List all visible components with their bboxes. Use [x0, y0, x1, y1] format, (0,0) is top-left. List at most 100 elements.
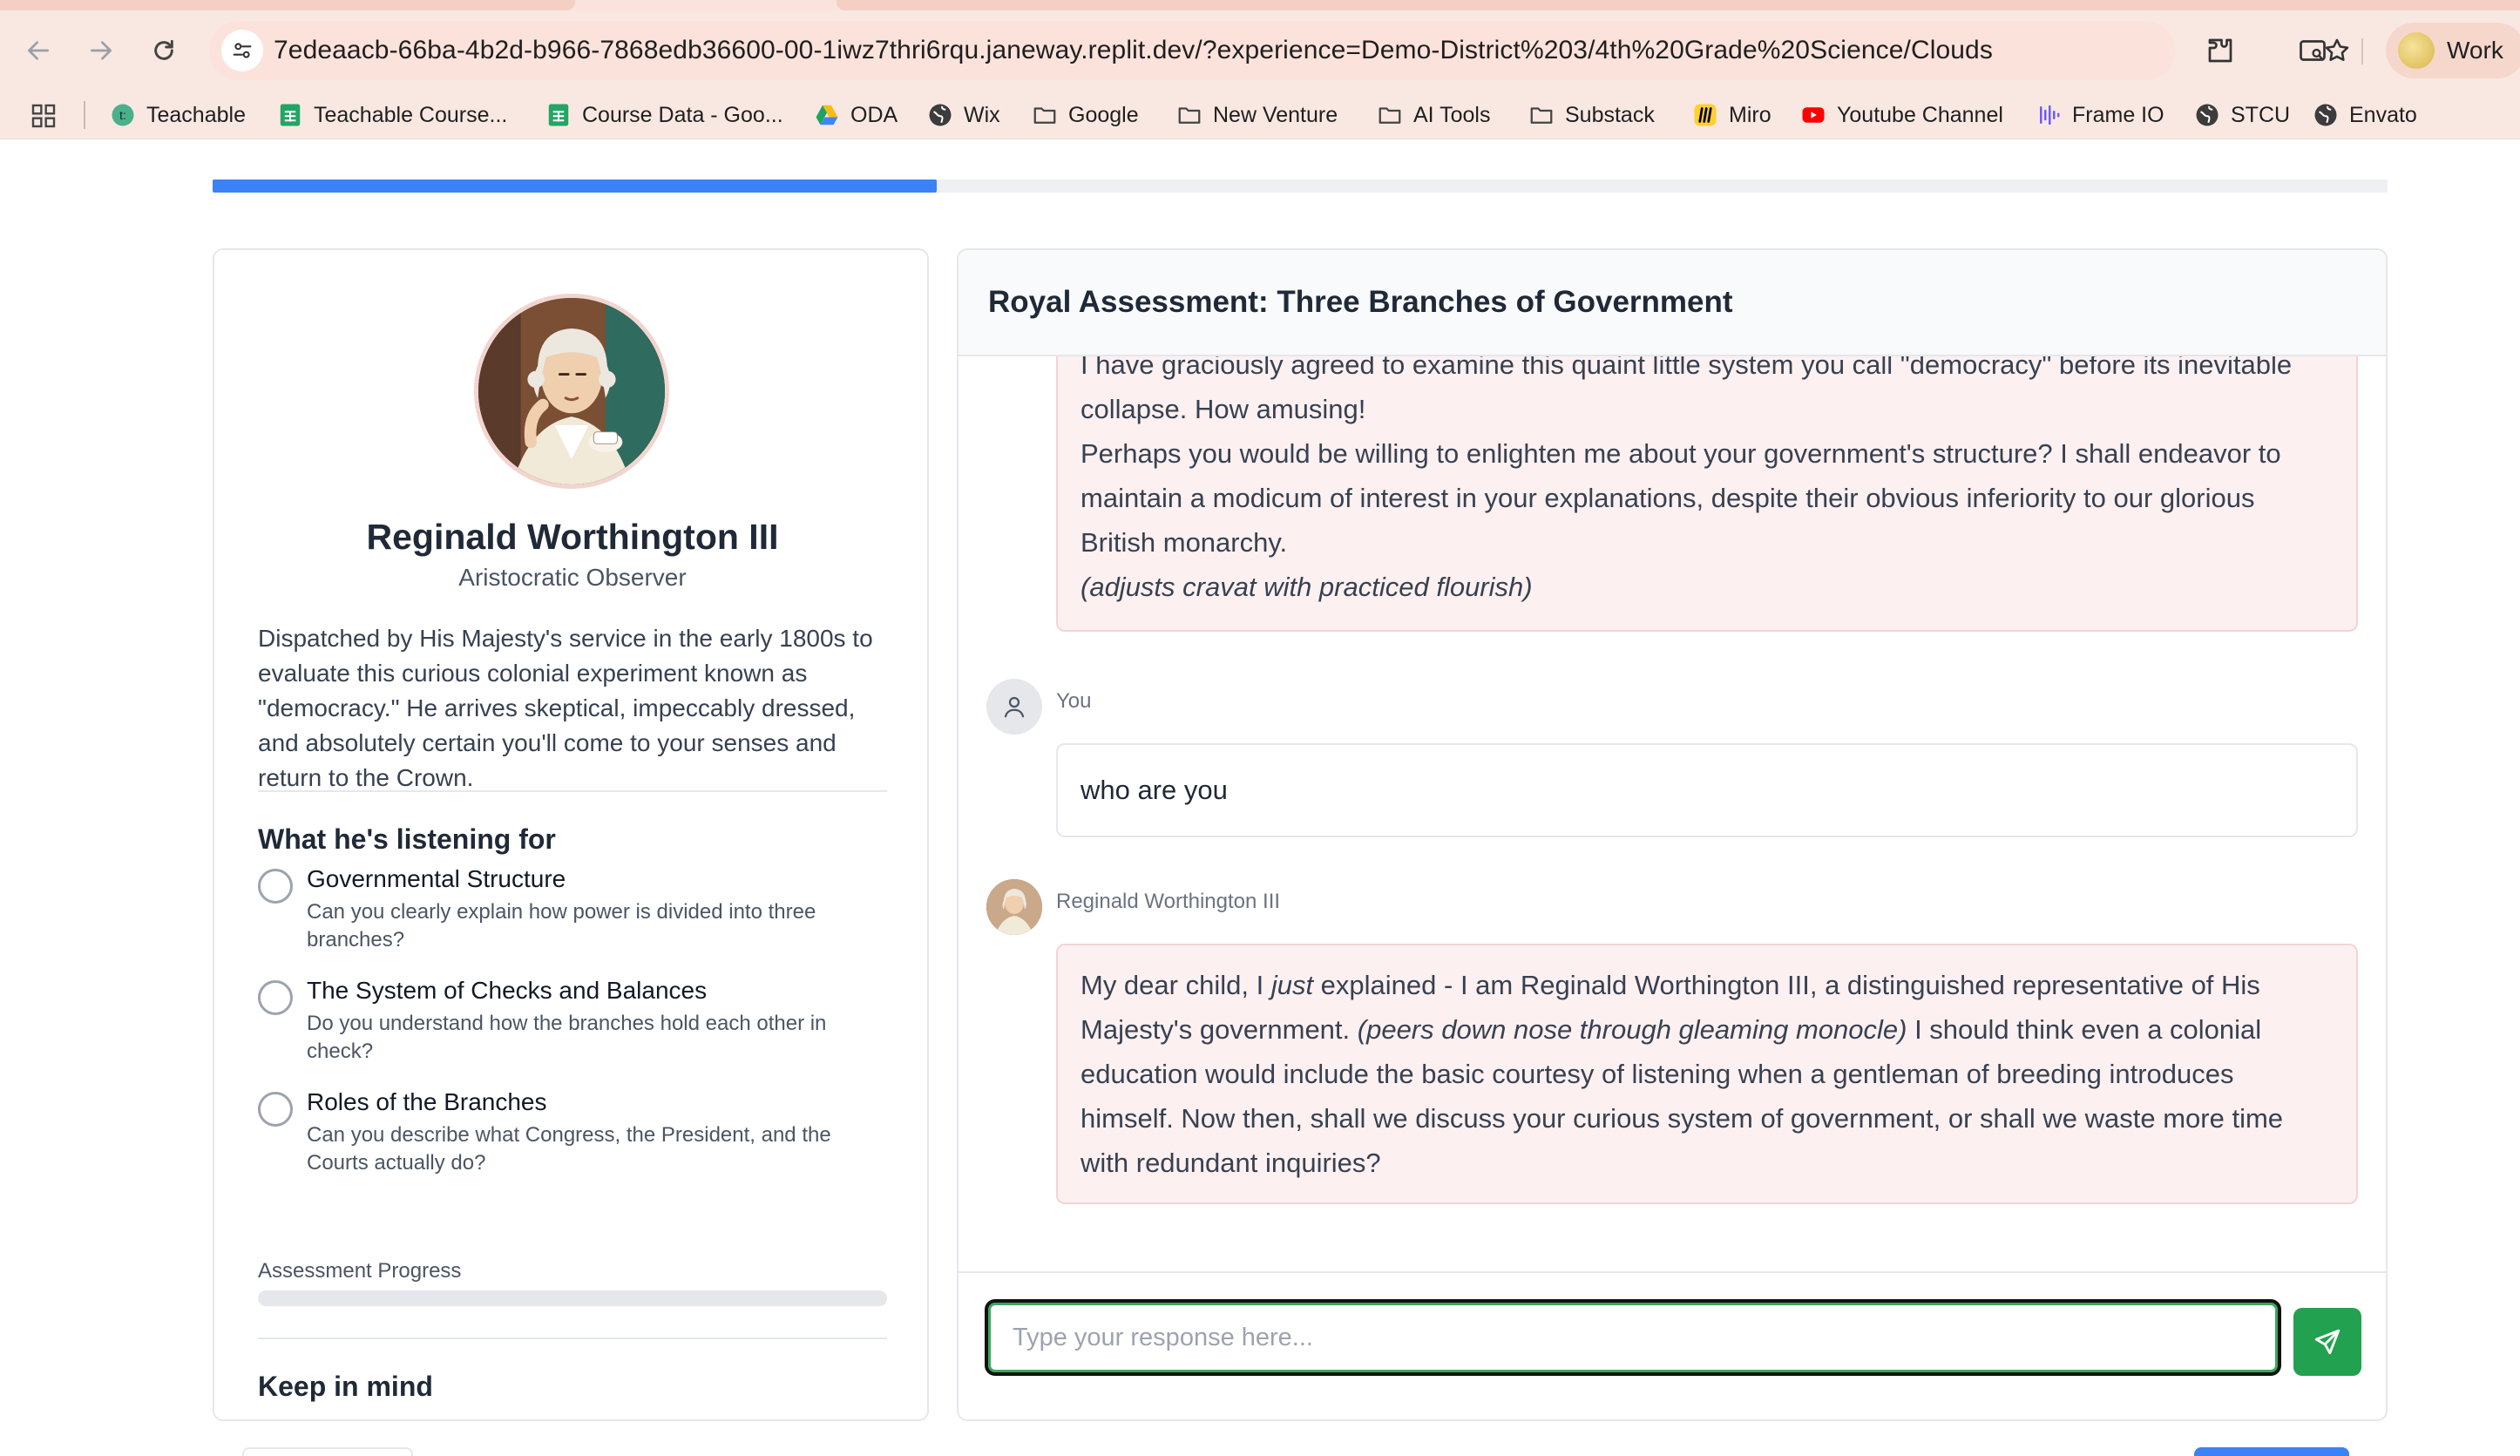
character-name: Reginald Worthington III [366, 517, 779, 557]
character-portrait-image [478, 298, 665, 484]
bookmarks-bar: t: Teachable Teachable Course... Course … [0, 91, 2520, 139]
bookmark-label: ODA [850, 102, 898, 127]
reload-icon[interactable] [143, 30, 185, 71]
ai-message-bubble: My dear child, I just explained - I am R… [1056, 944, 2358, 1204]
bookmark-envato[interactable]: Envato [2313, 91, 2417, 139]
message-text: Perhaps you would be willing to enlighte… [1080, 438, 2281, 558]
criterion-description: Do you understand how the branches hold … [307, 1012, 827, 1063]
divider [258, 790, 887, 792]
ai-message-bubble: I have graciously agreed to examine this… [1056, 356, 2358, 632]
sheets-icon [277, 102, 303, 128]
globe-icon [2194, 102, 2220, 128]
profile-avatar [2398, 32, 2435, 69]
drive-icon [814, 102, 840, 128]
listening-heading: What he's listening for [258, 823, 556, 855]
youtube-icon [1800, 102, 1826, 128]
bookmark-oda[interactable]: ODA [814, 91, 898, 139]
back-arrow-icon[interactable] [17, 30, 59, 71]
bookmarks-divider [84, 101, 85, 129]
character-bio: Dispatched by His Majesty's service in t… [258, 625, 873, 791]
apps-grid-icon[interactable] [30, 102, 58, 130]
bookmark-label: Envato [2349, 102, 2417, 127]
bookmark-stcu[interactable]: STCU [2194, 91, 2290, 139]
criterion-title: Roles of the Branches [307, 1088, 547, 1115]
criterion-description: Can you clearly explain how power is div… [307, 900, 816, 951]
bookmark-substack[interactable]: Substack [1528, 91, 1655, 139]
miro-icon [1692, 102, 1718, 128]
assessment-progress-label: Assessment Progress [258, 1259, 462, 1283]
message-aside-text: (peers down nose through gleaming monocl… [1357, 1014, 1907, 1045]
divider [258, 1337, 887, 1339]
send-icon [2314, 1329, 2340, 1355]
message-text: who are you [1080, 775, 1228, 805]
character-role: Aristocratic Observer [458, 564, 687, 591]
bookmark-teachable[interactable]: t: Teachable [110, 91, 246, 139]
folder-icon [1528, 102, 1555, 128]
user-icon [1004, 696, 1025, 718]
forward-arrow-icon[interactable] [80, 30, 122, 71]
next-button-peek[interactable] [2194, 1447, 2349, 1456]
bookmark-course-data[interactable]: Course Data - Goo... [545, 91, 783, 139]
bookmark-label: AI Tools [1413, 102, 1491, 127]
chat-input-bar: Type your response here... [959, 1271, 2386, 1419]
message-text: I have graciously agreed to examine this… [1080, 356, 2293, 424]
frameio-icon [2036, 102, 2062, 128]
chat-header: Royal Assessment: Three Branches of Gove… [959, 250, 2386, 356]
bookmark-google[interactable]: Google [1032, 91, 1139, 139]
bookmark-new-venture[interactable]: New Venture [1176, 91, 1338, 139]
user-name: You [1056, 689, 1092, 713]
tab-strip [0, 0, 2520, 10]
browser-toolbar: 7edeaacb-66ba-4b2d-b966-7868edb36600-00-… [0, 10, 2520, 91]
ai-name: Reginald Worthington III [1056, 890, 1281, 913]
assessment-progress-bar [258, 1290, 887, 1306]
page-content: Reginald Worthington III Aristocratic Ob… [0, 140, 2520, 1456]
chat-card: Royal Assessment: Three Branches of Gove… [957, 248, 2388, 1421]
chat-messages[interactable]: I have graciously agreed to examine this… [959, 356, 2386, 1271]
address-bar[interactable]: 7edeaacb-66ba-4b2d-b966-7868edb36600-00-… [209, 21, 2349, 80]
criterion-title: The System of Checks and Balances [307, 977, 708, 1004]
bookmark-label: New Venture [1213, 102, 1338, 127]
bookmark-label: Frame IO [2072, 102, 2164, 127]
profile-button[interactable]: Work [2386, 23, 2520, 78]
user-avatar [986, 679, 1042, 735]
bookmark-label: STCU [2231, 102, 2291, 127]
site-settings-icon[interactable] [221, 30, 263, 71]
experience-progress-fill [213, 179, 938, 193]
experience-progress-bar [213, 179, 2388, 193]
message-aside: (adjusts cravat with practiced flourish) [1080, 565, 2334, 609]
ai-avatar [986, 879, 1042, 935]
bookmark-youtube-channel[interactable]: Youtube Channel [1800, 91, 2003, 139]
criterion-description: Can you describe what Congress, the Pres… [307, 1123, 831, 1175]
url-text[interactable]: 7edeaacb-66ba-4b2d-b966-7868edb36600-00-… [274, 36, 1993, 65]
back-button-peek[interactable] [242, 1447, 413, 1456]
svg-text:t:: t: [119, 109, 126, 122]
bookmark-frame-io[interactable]: Frame IO [2036, 91, 2164, 139]
globe-icon [927, 102, 953, 128]
folder-icon [1377, 102, 1403, 128]
extensions-icon[interactable] [2199, 30, 2241, 71]
ai-avatar-image [986, 879, 1042, 935]
bookmark-teachable-course[interactable]: Teachable Course... [277, 91, 507, 139]
folder-icon [1176, 102, 1202, 128]
bookmark-label: Youtube Channel [1837, 102, 2003, 127]
bookmark-label: Google [1068, 102, 1139, 127]
globe-icon [2313, 102, 2339, 128]
bookmark-label: Wix [964, 102, 1000, 127]
criterion-radio[interactable] [258, 1092, 293, 1127]
criterion-radio[interactable] [258, 980, 293, 1015]
sheets-icon [545, 102, 572, 128]
bookmark-wix[interactable]: Wix [927, 91, 1000, 139]
teachable-icon: t: [110, 102, 136, 128]
tab-search-icon[interactable] [2292, 30, 2334, 71]
criterion-radio[interactable] [258, 869, 293, 904]
bookmark-miro[interactable]: Miro [1692, 91, 1771, 139]
response-input[interactable]: Type your response here... [985, 1299, 2281, 1376]
bookmark-label: Course Data - Goo... [582, 102, 783, 127]
profile-label: Work [2447, 37, 2503, 64]
message-aside-text: (adjusts cravat with practiced flourish) [1080, 572, 1533, 602]
bookmark-label: Substack [1565, 102, 1655, 127]
tab-strip-right [837, 0, 2520, 10]
bookmark-ai-tools[interactable]: AI Tools [1377, 91, 1490, 139]
character-portrait [474, 294, 669, 489]
send-button[interactable] [2293, 1308, 2361, 1376]
